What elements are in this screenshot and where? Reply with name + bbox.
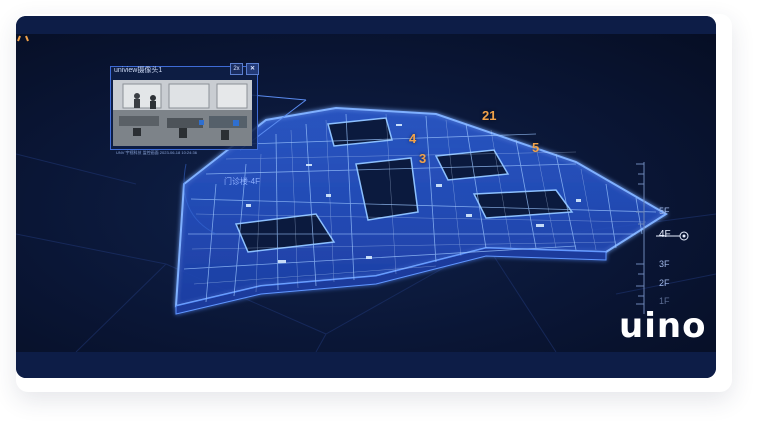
marker-4[interactable]: 4 bbox=[409, 131, 416, 146]
close-icon[interactable]: ✕ bbox=[246, 63, 259, 75]
floor-option-3f[interactable]: 3F bbox=[659, 259, 670, 269]
camera-popup-title: uniview摄像头1 bbox=[114, 67, 163, 74]
marker-3[interactable]: 3 bbox=[419, 151, 426, 166]
floor-option-4f[interactable]: 4F bbox=[659, 229, 671, 240]
brand-logo: uino bbox=[619, 306, 707, 346]
camera-feed-image bbox=[113, 80, 252, 146]
marker-21[interactable]: 21 bbox=[482, 108, 496, 123]
zoom-button[interactable]: 2x bbox=[230, 63, 243, 75]
bottom-bar bbox=[16, 352, 716, 378]
marker-5[interactable]: 5 bbox=[532, 140, 539, 155]
floor-option-5f[interactable]: 5F bbox=[659, 206, 670, 216]
floor-option-2f[interactable]: 2F bbox=[659, 278, 670, 288]
brand-logo-mark bbox=[17, 35, 29, 42]
viewer-frame: 21 4 3 5 门诊楼-4F 5F 4F 3F 2F 1F uino univ… bbox=[16, 16, 716, 378]
building-floor-name: 门诊楼-4F bbox=[224, 177, 260, 186]
floor-option-1f[interactable]: 1F bbox=[659, 296, 670, 306]
camera-video-feed[interactable] bbox=[113, 80, 252, 146]
camera-caption: UNV 宇视科技 监控画面 2023-06-18 10:24:36 bbox=[116, 150, 197, 155]
top-bar bbox=[16, 16, 716, 34]
